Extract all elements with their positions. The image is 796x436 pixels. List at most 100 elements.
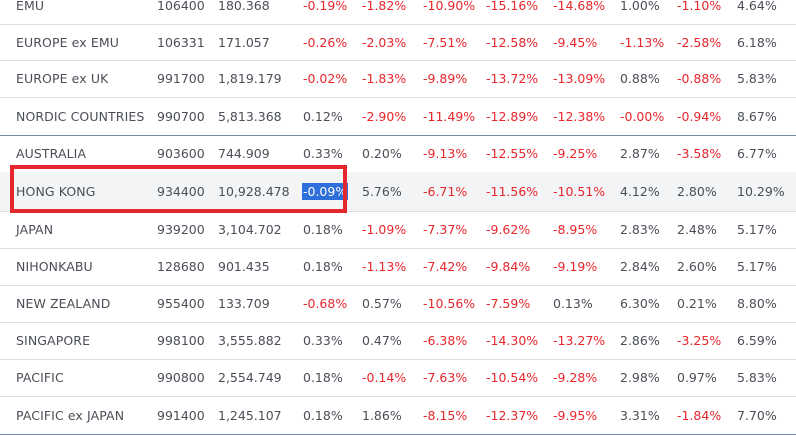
performance-cell-text: -1.13% [362,259,407,274]
table-row[interactable]: NORDIC COUNTRIES 990700 5,813.368 0.12% -2.9… [0,97,796,136]
index-code-cell-text: 939200 [157,222,205,237]
performance-cell-text: -12.37% [486,407,539,423]
performance-cell: 0.18% [303,248,343,285]
index-value-cell-text: 2,554.749 [218,370,282,385]
performance-cell-text: 5.17% [737,259,777,274]
index-value-cell-text: 3,104.702 [218,222,282,237]
index-value-cell-text: 1,245.107 [218,407,282,423]
performance-cell-text: -12.89% [486,108,539,124]
performance-cell-text: -9.28% [553,370,598,385]
performance-cell: -0.19% [303,0,347,24]
index-name-cell: PACIFIC ex JAPAN [16,396,124,434]
performance-cell: 0.33% [303,135,343,172]
performance-cell: 2.98% [620,359,660,396]
index-value-cell-text: 171.057 [218,34,270,50]
index-name-cell: NORDIC COUNTRIES [16,97,144,135]
index-value-cell: 180.368 [218,0,270,24]
performance-cell-text: 7.70% [737,407,777,423]
performance-cell-text: -7.51% [423,34,468,50]
performance-cell: -7.59% [486,285,530,322]
table-row[interactable]: EUROPE ex UK 991700 1,819.179 -0.02% -1.83% -… [0,60,796,98]
performance-cell-text: -13.09% [553,71,606,86]
table-row[interactable]: EUROPE ex EMU 106331 171.057 -0.26% -2.03% -7… [0,24,796,61]
index-value-cell-text: 901.435 [218,259,270,274]
performance-cell-text: 0.18% [303,407,343,423]
performance-cell: 2.48% [677,211,717,248]
table-row[interactable]: PACIFIC 990800 2,554.749 0.18% -0.14% -7.63% -… [0,359,796,397]
index-performance-table: EMU 106400 180.368 -0.19% -1.82% -10.90% -15.1… [0,0,796,436]
performance-cell-text: 2.83% [620,222,660,237]
table-row[interactable]: PACIFIC ex JAPAN 991400 1,245.107 0.18% 1.86… [0,396,796,435]
index-code-cell-text: 991400 [157,407,205,423]
index-value-cell-text: 180.368 [218,0,270,13]
performance-cell-text: -12.38% [553,108,606,124]
performance-cell-text: 8.67% [737,108,777,124]
index-name-cell: SINGAPORE [16,322,90,359]
performance-cell-text: 6.59% [737,333,777,348]
performance-cell: -2.90% [362,97,406,135]
performance-cell-text: 0.47% [362,333,402,348]
index-code-cell-text: 990700 [157,108,205,124]
performance-cell: 4.12% [620,172,660,211]
performance-cell: 6.77% [737,135,777,172]
index-name-cell: NEW ZEALAND [16,285,110,322]
index-code-cell-text: 106400 [157,0,205,13]
index-value-cell: 2,554.749 [218,359,282,396]
performance-cell: -12.38% [553,97,605,135]
table-row[interactable]: NIHONKABU 128680 901.435 0.18% -1.13% -7.42% -… [0,248,796,286]
index-code-cell-text: 128680 [157,259,205,274]
performance-cell-text: -9.25% [553,146,598,161]
performance-cell: -10.54% [486,359,538,396]
performance-cell: -12.89% [486,97,538,135]
performance-cell-text: -0.00% [620,108,665,124]
performance-cell-text: -7.63% [423,370,468,385]
performance-cell: -9.28% [553,359,597,396]
table-row[interactable]: NEW ZEALAND 955400 133.709 -0.68% 0.57% -10.5… [0,285,796,323]
performance-cell: 5.17% [737,248,777,285]
performance-cell: -0.26% [303,24,347,60]
performance-cell-text: 6.18% [737,34,777,50]
index-name-cell: PACIFIC [16,359,64,396]
index-code-cell: 990800 [157,359,205,396]
performance-cell: -1.84% [677,396,721,434]
index-code-cell: 106400 [157,0,205,24]
performance-cell-text: 6.77% [737,146,777,161]
index-name-cell-text: NEW ZEALAND [16,296,111,311]
performance-cell-text: -10.54% [486,370,539,385]
performance-cell-text: 1.00% [620,0,660,13]
table-row[interactable]: AUSTRALIA 903600 744.909 0.33% 0.20% -9.13% -1… [0,135,796,173]
performance-cell-text: 2.60% [677,259,717,274]
performance-cell: -1.10% [677,0,721,24]
performance-cell: -12.37% [486,396,538,434]
performance-cell-text: -14.68% [553,0,606,13]
performance-cell-text: 5.17% [737,222,777,237]
index-name-cell-text: PACIFIC ex JAPAN [16,407,125,423]
performance-cell: 3.31% [620,396,660,434]
performance-cell: -13.27% [553,322,605,359]
index-code-cell: 128680 [157,248,205,285]
performance-cell: -0.14% [362,359,406,396]
performance-cell: 2.84% [620,248,660,285]
index-value-cell: 10,928.478 [218,172,290,211]
performance-cell: -10.56% [423,285,475,322]
performance-cell: 0.21% [677,285,717,322]
performance-cell: 2.87% [620,135,660,172]
performance-cell-text: -9.19% [553,259,598,274]
performance-cell: 5.83% [737,60,777,97]
performance-cell: 8.67% [737,97,777,135]
performance-cell-text: -9.62% [486,222,531,237]
performance-cell-text: -10.90% [423,0,476,13]
index-value-cell: 3,555.882 [218,322,282,359]
index-value-cell-text: 5,813.368 [218,108,282,124]
performance-cell-text: -1.09% [362,222,407,237]
index-code-cell-text: 106331 [157,34,205,50]
table-row[interactable]: HONG KONG 934400 10,928.478 -0.09% 5.76% -6.7… [0,172,796,212]
performance-cell-text: 8.80% [737,296,777,311]
table-row[interactable]: SINGAPORE 998100 3,555.882 0.33% 0.47% -6.38%… [0,322,796,360]
table-row[interactable]: EMU 106400 180.368 -0.19% -1.82% -10.90% -15.1… [0,0,796,25]
performance-cell: -9.25% [553,135,597,172]
performance-cell: -10.90% [423,0,475,24]
table-row[interactable]: JAPAN 939200 3,104.702 0.18% -1.09% -7.37% -9.… [0,211,796,249]
index-value-cell-text: 10,928.478 [218,184,290,199]
performance-cell: -6.38% [423,322,467,359]
